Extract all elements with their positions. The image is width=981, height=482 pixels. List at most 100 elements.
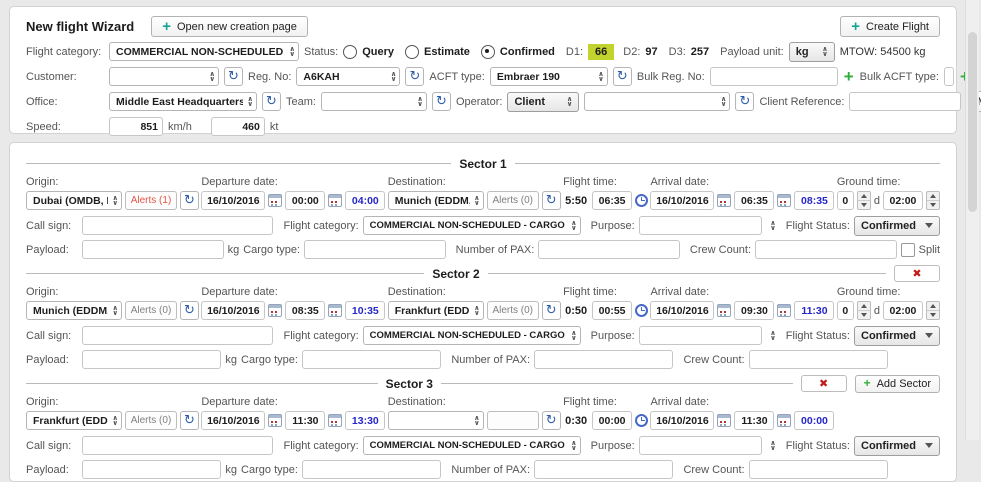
origin-alerts-button[interactable]: Alerts (0) [125, 301, 177, 320]
purpose-input[interactable] [638, 326, 763, 345]
calendar-icon[interactable] [777, 194, 792, 207]
departure-date-input[interactable] [201, 411, 266, 430]
purpose-input[interactable] [638, 436, 763, 455]
arrival-time-input[interactable] [734, 191, 775, 210]
stepper[interactable] [856, 191, 871, 210]
scrollbar-thumb[interactable] [967, 32, 977, 212]
destination-alerts-button[interactable] [486, 411, 539, 430]
payload-input[interactable] [82, 240, 224, 259]
speed-kmh-input[interactable] [109, 117, 163, 136]
crew-count-input[interactable] [748, 350, 888, 369]
departure-local-time-input[interactable] [345, 191, 386, 210]
calendar-icon[interactable] [328, 304, 343, 317]
destination-select[interactable]: ∧ ∨ [387, 411, 484, 430]
arrival-date-input[interactable] [650, 411, 715, 430]
clock-icon[interactable] [635, 414, 649, 427]
status-radio-query[interactable] [343, 44, 358, 59]
sector-flight-category-select[interactable]: COMMERCIAL NON-SCHEDULED - CARGO AIRLINE… [362, 436, 581, 455]
refresh-icon-button[interactable]: ↻ [541, 411, 561, 430]
number-of-pax-input[interactable] [538, 240, 680, 259]
dropdown-arrows-icon[interactable]: ∧ ∨ [770, 330, 776, 341]
acft-type-select[interactable]: Embraer 190 ∧ ∨ [489, 67, 608, 86]
reg-no-select[interactable]: A6KAH ∧ ∨ [296, 67, 401, 86]
departure-time-input[interactable] [285, 301, 326, 320]
calendar-icon[interactable] [717, 304, 732, 317]
cargo-type-input[interactable] [301, 350, 442, 369]
call-sign-input[interactable] [82, 436, 274, 455]
calendar-icon[interactable] [328, 194, 343, 207]
sector-flight-category-select[interactable]: COMMERCIAL NON-SCHEDULED - CARGO AIRLINE… [362, 216, 581, 235]
destination-alerts-button[interactable]: Alerts (0) [486, 191, 539, 210]
origin-alerts-button[interactable]: Alerts (1) [125, 191, 177, 210]
arrival-time-input[interactable] [734, 411, 775, 430]
cargo-type-input[interactable] [301, 460, 442, 479]
team-select[interactable]: ∧ ∨ [320, 92, 427, 111]
flight-time-input[interactable] [592, 301, 633, 320]
calendar-icon[interactable] [268, 414, 283, 427]
calendar-icon[interactable] [777, 304, 792, 317]
stepper[interactable] [925, 301, 940, 320]
departure-time-input[interactable] [285, 191, 326, 210]
number-of-pax-input[interactable] [534, 350, 674, 369]
flight-status-select[interactable]: Confirmed [854, 435, 940, 456]
status-radio-estimate[interactable] [405, 44, 420, 59]
number-of-pax-input[interactable] [534, 460, 674, 479]
delete-sector-button[interactable]: ✖ [800, 375, 847, 392]
refresh-icon-button[interactable]: ↻ [541, 301, 561, 320]
origin-select[interactable]: Dubai (OMDB, DXB) Dub ∧∨ [26, 191, 122, 210]
payload-unit-select[interactable]: kg ∧ ∨ [788, 41, 835, 62]
customer-select[interactable]: ∧ ∨ [109, 67, 219, 86]
bulk-reg-no-input[interactable] [709, 67, 838, 86]
calendar-icon[interactable] [268, 194, 283, 207]
speed-kt-input[interactable] [210, 117, 265, 136]
split-checkbox[interactable] [900, 242, 915, 257]
stepper[interactable] [925, 191, 940, 210]
departure-local-time-input[interactable] [345, 301, 386, 320]
dropdown-arrows-icon[interactable]: ∧ ∨ [770, 440, 776, 451]
calendar-icon[interactable] [328, 414, 343, 427]
destination-select[interactable]: Munich (EDDM, MUC) Fi ∧∨ [387, 191, 484, 210]
create-flight-button[interactable]: + Create Flight [840, 16, 940, 37]
calendar-icon[interactable] [717, 194, 732, 207]
calendar-icon[interactable] [717, 414, 732, 427]
add-sector-button[interactable]: + Add Sector [854, 374, 941, 393]
payload-input[interactable] [82, 350, 222, 369]
refresh-icon-button[interactable]: ↻ [262, 92, 281, 111]
cargo-type-input[interactable] [304, 240, 446, 259]
clock-icon[interactable] [635, 194, 649, 207]
bulk-acft-type-input[interactable] [943, 67, 954, 86]
flight-time-input[interactable] [592, 191, 633, 210]
flight-category-select[interactable]: COMMERCIAL NON-SCHEDULED ∧ ∨ [109, 42, 299, 61]
refresh-icon-button[interactable]: ↻ [180, 301, 199, 320]
dropdown-arrows-icon[interactable]: ∧ ∨ [770, 220, 776, 231]
ground-days-input[interactable] [836, 301, 854, 320]
operator-type-select[interactable]: Client ∧ ∨ [507, 91, 580, 112]
departure-time-input[interactable] [285, 411, 326, 430]
client-reference-input[interactable] [849, 92, 962, 111]
destination-select[interactable]: Frankfurt (EDDF, FRA) F ∧∨ [387, 301, 484, 320]
departure-date-input[interactable] [201, 301, 266, 320]
flight-status-select[interactable]: Confirmed [854, 215, 940, 236]
arrival-time-input[interactable] [734, 301, 775, 320]
add-bulk-reg-icon[interactable]: + [844, 68, 854, 85]
crew-count-input[interactable] [755, 240, 897, 259]
departure-date-input[interactable] [201, 191, 266, 210]
status-radio-confirmed[interactable] [480, 44, 495, 59]
call-sign-input[interactable] [82, 216, 274, 235]
refresh-icon-button[interactable]: ↻ [224, 67, 243, 86]
arrival-local-time-input[interactable] [794, 191, 835, 210]
call-sign-input[interactable] [82, 326, 274, 345]
refresh-icon-button[interactable]: ↻ [431, 92, 451, 111]
refresh-icon-button[interactable]: ↻ [180, 191, 199, 210]
crew-count-input[interactable] [748, 460, 888, 479]
arrival-date-input[interactable] [650, 191, 715, 210]
vertical-scrollbar[interactable] [965, 0, 979, 440]
operator-select[interactable]: ∧ ∨ [584, 92, 731, 111]
departure-local-time-input[interactable] [345, 411, 386, 430]
refresh-icon-button[interactable]: ↻ [405, 67, 425, 86]
ground-time-input[interactable] [882, 191, 923, 210]
ground-time-input[interactable] [882, 301, 923, 320]
refresh-icon-button[interactable]: ↻ [541, 191, 561, 210]
stepper[interactable] [856, 301, 871, 320]
clock-icon[interactable] [635, 304, 649, 317]
